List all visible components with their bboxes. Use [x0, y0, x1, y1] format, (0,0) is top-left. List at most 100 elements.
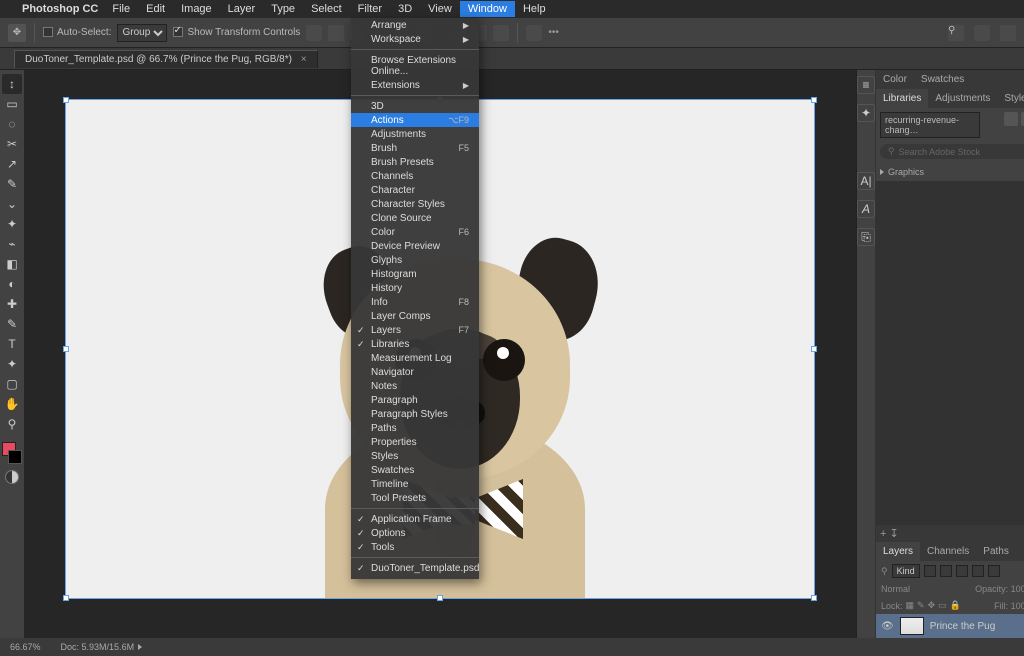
tab-channels[interactable]: Channels: [920, 542, 976, 561]
menu-item-histogram[interactable]: Histogram: [351, 267, 479, 281]
properties-icon[interactable]: ✦: [857, 104, 875, 122]
filter-kind-dropdown[interactable]: Kind: [892, 564, 920, 578]
menu-item-layer-comps[interactable]: Layer Comps: [351, 309, 479, 323]
menu-type[interactable]: Type: [263, 1, 303, 17]
menu-item-paths[interactable]: Paths: [351, 421, 479, 435]
menu-item-history[interactable]: History: [351, 281, 479, 295]
menu-item-notes[interactable]: Notes: [351, 379, 479, 393]
search-adobe-stock[interactable]: ⚲ Search Adobe Stock: [880, 144, 1024, 159]
menu-3d[interactable]: 3D: [390, 1, 420, 17]
menu-file[interactable]: File: [104, 1, 138, 17]
tab-paths[interactable]: Paths: [976, 542, 1016, 561]
tab-styles[interactable]: Styles: [997, 89, 1024, 108]
filter-adjust-icon[interactable]: [940, 565, 952, 577]
layer-thumbnail[interactable]: [900, 617, 924, 635]
share-icon[interactable]: [974, 25, 990, 41]
menu-item-device-preview[interactable]: Device Preview: [351, 239, 479, 253]
move-tool-icon[interactable]: ✥: [8, 24, 26, 42]
tool-5[interactable]: ✎: [2, 174, 22, 194]
menu-item-brush[interactable]: BrushF5: [351, 141, 479, 155]
menu-item-properties[interactable]: Properties: [351, 435, 479, 449]
character-icon[interactable]: A|: [857, 172, 875, 190]
tool-9[interactable]: ◧: [2, 254, 22, 274]
menu-item-paragraph-styles[interactable]: Paragraph Styles: [351, 407, 479, 421]
tool-8[interactable]: ⌁: [2, 234, 22, 254]
menu-image[interactable]: Image: [173, 1, 220, 17]
menu-item-adjustments[interactable]: Adjustments: [351, 127, 479, 141]
tool-12[interactable]: ✎: [2, 314, 22, 334]
tool-16[interactable]: ✋: [2, 394, 22, 414]
tab-adjustments[interactable]: Adjustments: [928, 89, 997, 108]
quick-mask-icon[interactable]: [5, 470, 19, 484]
auto-select-checkbox[interactable]: Auto-Select:: [43, 27, 111, 38]
menu-item-tools[interactable]: ✓Tools: [351, 540, 479, 554]
distribute-icon[interactable]: [493, 25, 509, 41]
graphics-section[interactable]: Graphics: [880, 167, 1024, 177]
menu-item-character-styles[interactable]: Character Styles: [351, 197, 479, 211]
tool-3[interactable]: ✂: [2, 134, 22, 154]
close-icon[interactable]: ×: [301, 54, 307, 65]
menu-item-libraries[interactable]: ✓Libraries: [351, 337, 479, 351]
tool-6[interactable]: ⌄: [2, 194, 22, 214]
lock-paint-icon[interactable]: ✎: [917, 600, 925, 611]
library-dropdown[interactable]: recurring-revenue-chang…: [880, 112, 980, 138]
document-tab[interactable]: DuoToner_Template.psd @ 66.7% (Prince th…: [14, 50, 318, 68]
tool-11[interactable]: ✚: [2, 294, 22, 314]
tool-2[interactable]: ◌: [2, 114, 22, 134]
menu-item-brush-presets[interactable]: Brush Presets: [351, 155, 479, 169]
menu-window[interactable]: Window: [460, 1, 515, 17]
lock-position-icon[interactable]: ✥: [928, 600, 936, 611]
menu-select[interactable]: Select: [303, 1, 350, 17]
menu-item-tool-presets[interactable]: Tool Presets: [351, 491, 479, 505]
tab-swatches[interactable]: Swatches: [914, 70, 971, 89]
tool-17[interactable]: ⚲: [2, 414, 22, 434]
color-swatches[interactable]: [2, 442, 22, 464]
menu-item-options[interactable]: ✓Options: [351, 526, 479, 540]
menu-item-glyphs[interactable]: Glyphs: [351, 253, 479, 267]
menu-item-extensions[interactable]: Extensions▶: [351, 78, 479, 92]
menu-view[interactable]: View: [420, 1, 460, 17]
menu-item-3d[interactable]: 3D: [351, 99, 479, 113]
transform-handle[interactable]: [811, 595, 817, 601]
tool-15[interactable]: ▢: [2, 374, 22, 394]
layer-row[interactable]: 👁 Prince the Pug: [876, 614, 1024, 638]
align-icon[interactable]: [328, 25, 344, 41]
lock-artboard-icon[interactable]: ▭: [938, 600, 947, 611]
app-name[interactable]: Photoshop CC: [14, 1, 104, 17]
tab-layers[interactable]: Layers: [876, 542, 920, 561]
tool-7[interactable]: ✦: [2, 214, 22, 234]
paragraph-icon[interactable]: A: [857, 200, 875, 218]
transform-handle[interactable]: [63, 97, 69, 103]
tab-color[interactable]: Color: [876, 70, 914, 89]
filter-pixel-icon[interactable]: [924, 565, 936, 577]
menu-item-swatches[interactable]: Swatches: [351, 463, 479, 477]
tool-4[interactable]: ↗: [2, 154, 22, 174]
menu-help[interactable]: Help: [515, 1, 554, 17]
menu-item-styles[interactable]: Styles: [351, 449, 479, 463]
blend-mode-dropdown[interactable]: Normal: [881, 584, 910, 594]
menu-item-info[interactable]: InfoF8: [351, 295, 479, 309]
more-options[interactable]: •••: [548, 27, 559, 38]
fill-value[interactable]: 100%: [1011, 601, 1024, 611]
lock-transparency-icon[interactable]: ▦: [906, 600, 915, 611]
menu-item-actions[interactable]: Actions⌥F9: [351, 113, 479, 127]
menu-item-clone-source[interactable]: Clone Source: [351, 211, 479, 225]
menu-item-channels[interactable]: Channels: [351, 169, 479, 183]
menu-item-character[interactable]: Character: [351, 183, 479, 197]
transform-handle[interactable]: [811, 346, 817, 352]
show-transform-checkbox[interactable]: Show Transform Controls: [173, 27, 300, 38]
tool-0[interactable]: ↕: [2, 74, 22, 94]
lock-all-icon[interactable]: 🔒: [950, 600, 961, 611]
menu-item-browse-extensions-online-[interactable]: Browse Extensions Online...: [351, 53, 479, 78]
transform-handle[interactable]: [811, 97, 817, 103]
tab-libraries[interactable]: Libraries: [876, 89, 928, 108]
menu-item-duotoner-template-psd[interactable]: ✓DuoToner_Template.psd: [351, 561, 479, 575]
zoom-level[interactable]: 66.67%: [10, 642, 41, 652]
opacity-value[interactable]: 100%: [1011, 584, 1024, 594]
menu-layer[interactable]: Layer: [220, 1, 264, 17]
menu-item-color[interactable]: ColorF6: [351, 225, 479, 239]
tool-13[interactable]: T: [2, 334, 22, 354]
menu-item-timeline[interactable]: Timeline: [351, 477, 479, 491]
menu-item-paragraph[interactable]: Paragraph: [351, 393, 479, 407]
filter-smart-icon[interactable]: [988, 565, 1000, 577]
